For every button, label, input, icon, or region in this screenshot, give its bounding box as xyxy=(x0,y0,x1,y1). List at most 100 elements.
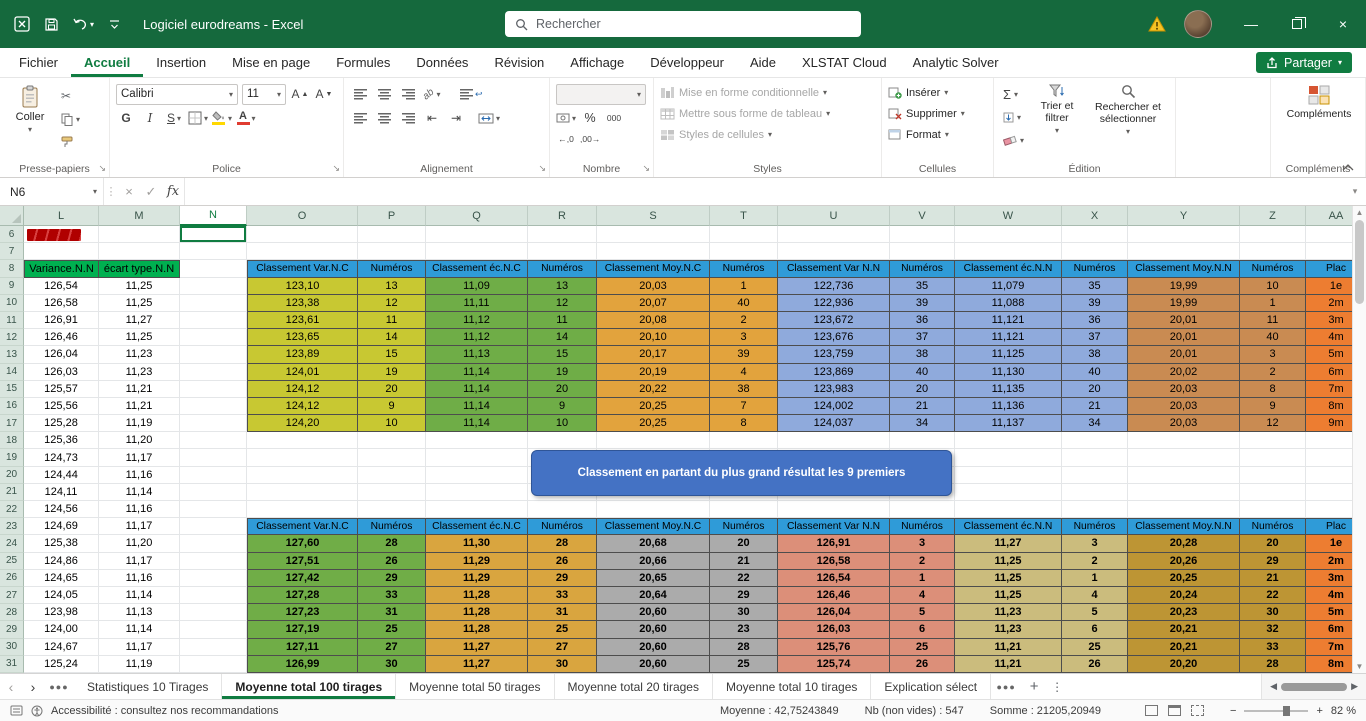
cell-T27[interactable]: 29 xyxy=(710,586,778,605)
cell-X22[interactable] xyxy=(1062,501,1128,519)
cell-Z7[interactable] xyxy=(1240,243,1306,261)
ribbon-tab-aide[interactable]: Aide xyxy=(737,48,789,77)
format-painter-button[interactable] xyxy=(58,132,83,152)
vertical-scrollbar[interactable]: ▲ ▼ xyxy=(1352,206,1366,673)
cell-O24[interactable]: 127,60 xyxy=(247,535,358,553)
cell-T13[interactable]: 39 xyxy=(710,346,778,364)
cell-T12[interactable]: 3 xyxy=(710,329,778,347)
cell-P20[interactable] xyxy=(358,466,426,484)
cell-S8[interactable]: Classement Moy.N.C xyxy=(597,260,710,278)
row-header-22[interactable]: 22 xyxy=(0,501,24,519)
cell-Z26[interactable]: 21 xyxy=(1240,569,1306,587)
cell-Z20[interactable] xyxy=(1240,466,1306,484)
cell-X7[interactable] xyxy=(1062,243,1128,261)
cell-M28[interactable]: 11,13 xyxy=(99,604,180,622)
paste-button[interactable]: Coller ▾ xyxy=(6,82,54,152)
cell-S13[interactable]: 20,17 xyxy=(597,346,710,364)
cell-Y9[interactable]: 19,99 xyxy=(1128,277,1240,295)
status-sum[interactable]: Somme : 21205,20949 xyxy=(990,705,1101,717)
clear-button[interactable]: ▾ xyxy=(1000,130,1027,150)
row-header-19[interactable]: 19 xyxy=(0,449,24,467)
bold-button[interactable]: G xyxy=(116,108,136,128)
cell-S14[interactable]: 20,19 xyxy=(597,363,710,381)
ribbon-tab-révision[interactable]: Révision xyxy=(481,48,557,77)
cell-S10[interactable]: 20,07 xyxy=(597,294,710,312)
column-header-O[interactable]: O xyxy=(247,206,358,226)
cell-T25[interactable]: 21 xyxy=(710,552,778,570)
cell-U30[interactable]: 125,76 xyxy=(778,638,890,656)
cell-W7[interactable] xyxy=(955,243,1062,261)
font-color-button[interactable]: A ▾ xyxy=(236,108,256,128)
cell-X30[interactable]: 25 xyxy=(1062,638,1128,656)
cell-W26[interactable]: 11,25 xyxy=(955,569,1062,587)
cell-L25[interactable]: 124,86 xyxy=(24,552,99,570)
underline-button[interactable]: S ▾ xyxy=(164,108,184,128)
cell-W30[interactable]: 11,21 xyxy=(955,638,1062,656)
cell-O29[interactable]: 127,19 xyxy=(247,621,358,639)
row-header-14[interactable]: 14 xyxy=(0,363,24,381)
cell-Y7[interactable] xyxy=(1128,243,1240,261)
cell-Q21[interactable] xyxy=(426,483,528,501)
save-icon[interactable] xyxy=(44,17,59,32)
cell-M20[interactable]: 11,16 xyxy=(99,466,180,484)
row-header-6[interactable]: 6 xyxy=(0,226,24,244)
cell-U31[interactable]: 125,74 xyxy=(778,655,890,673)
cell-W20[interactable] xyxy=(955,466,1062,484)
cell-Z15[interactable]: 8 xyxy=(1240,380,1306,398)
cell-R30[interactable]: 27 xyxy=(528,638,597,656)
cell-Q13[interactable]: 11,13 xyxy=(426,346,528,364)
cell-S15[interactable]: 20,22 xyxy=(597,380,710,398)
orientation-button[interactable]: ab ▾ xyxy=(421,84,442,104)
font-name-select[interactable]: Calibri ▾ xyxy=(116,83,238,105)
cell-X11[interactable]: 36 xyxy=(1062,311,1128,330)
column-header-X[interactable]: X xyxy=(1062,206,1128,226)
sheet-tab-moyenne-total-50-tirages[interactable]: Moyenne total 50 tirages xyxy=(396,674,555,699)
cell-S17[interactable]: 20,25 xyxy=(597,415,710,433)
increase-indent-button[interactable]: ⇥ xyxy=(446,108,466,128)
cell-U27[interactable]: 126,46 xyxy=(778,586,890,605)
cancel-icon[interactable]: × xyxy=(118,178,140,205)
excel-app-icon[interactable] xyxy=(14,16,30,32)
cell-Q20[interactable] xyxy=(426,466,528,484)
cell-Y19[interactable] xyxy=(1128,449,1240,467)
cell-Q19[interactable] xyxy=(426,449,528,467)
cell-L14[interactable]: 126,03 xyxy=(24,363,99,381)
column-header-N[interactable]: N xyxy=(180,206,247,226)
cell-L21[interactable]: 124,11 xyxy=(24,483,99,501)
format-cells-button[interactable]: Format ▾ xyxy=(888,124,987,145)
cell-N18[interactable] xyxy=(180,432,247,450)
decrease-indent-button[interactable]: ⇤ xyxy=(422,108,442,128)
cell-R24[interactable]: 28 xyxy=(528,535,597,553)
align-right-button[interactable] xyxy=(398,108,418,128)
cell-L31[interactable]: 125,24 xyxy=(24,655,99,673)
cell-O21[interactable] xyxy=(247,483,358,501)
cell-Y17[interactable]: 20,03 xyxy=(1128,415,1240,433)
cell-L15[interactable]: 125,57 xyxy=(24,380,99,398)
cell-R22[interactable] xyxy=(528,501,597,519)
cut-button[interactable]: ✂ xyxy=(58,86,83,106)
cell-P19[interactable] xyxy=(358,449,426,467)
cell-O25[interactable]: 127,51 xyxy=(247,552,358,570)
cell-R8[interactable]: Numéros xyxy=(528,260,597,278)
column-header-S[interactable]: S xyxy=(597,206,710,226)
cell-U14[interactable]: 123,869 xyxy=(778,363,890,381)
customize-quick-access-icon[interactable] xyxy=(108,18,121,31)
vertical-scroll-thumb[interactable] xyxy=(1355,220,1364,304)
cell-R14[interactable]: 19 xyxy=(528,363,597,381)
cell-O15[interactable]: 124,12 xyxy=(247,380,358,398)
cell-Z13[interactable]: 3 xyxy=(1240,346,1306,364)
cell-W9[interactable]: 11,079 xyxy=(955,277,1062,295)
cell-Y12[interactable]: 20,01 xyxy=(1128,329,1240,347)
cell-Z28[interactable]: 30 xyxy=(1240,604,1306,622)
row-header-10[interactable]: 10 xyxy=(0,294,24,312)
cell-W18[interactable] xyxy=(955,432,1062,450)
cell-S9[interactable]: 20,03 xyxy=(597,277,710,295)
cell-L23[interactable]: 124,69 xyxy=(24,518,99,536)
cell-S11[interactable]: 20,08 xyxy=(597,311,710,330)
cell-V29[interactable]: 6 xyxy=(890,621,955,639)
cell-Z12[interactable]: 40 xyxy=(1240,329,1306,347)
cell-L17[interactable]: 125,28 xyxy=(24,415,99,433)
cell-L16[interactable]: 125,56 xyxy=(24,397,99,416)
increase-decimal-button[interactable]: ←,0 xyxy=(556,129,576,149)
cell-P21[interactable] xyxy=(358,483,426,501)
